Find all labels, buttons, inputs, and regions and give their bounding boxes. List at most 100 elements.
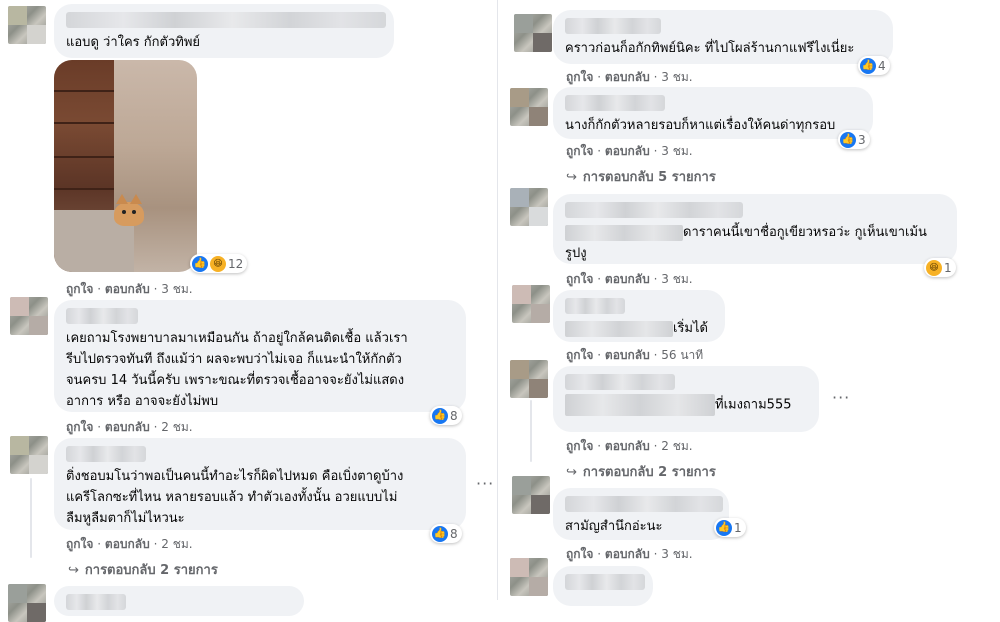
avatar[interactable] [510, 360, 548, 398]
like-link[interactable]: ถูกใจ [566, 70, 593, 84]
avatar[interactable] [510, 188, 548, 226]
comment-bubble-partial [54, 586, 304, 616]
reaction-summary[interactable]: 👍 😆 12 [190, 254, 248, 273]
reaction-count: 4 [878, 58, 886, 73]
reaction-count: 1 [734, 520, 742, 535]
avatar[interactable] [8, 6, 46, 44]
reply-link[interactable]: ตอบกลับ [105, 282, 150, 296]
comment-text: ติ่งชอบมโนว่าพอเป็นคนนี้ทำอะไรก็ผิดไปหมด… [66, 469, 404, 526]
reply-link[interactable]: ตอบกลับ [605, 272, 650, 286]
commenter-name-blurred[interactable] [66, 594, 126, 610]
like-link[interactable]: ถูกใจ [66, 420, 93, 434]
avatar[interactable] [10, 436, 48, 474]
avatar[interactable] [8, 584, 46, 622]
avatar[interactable] [514, 14, 552, 52]
commenter-name-blurred[interactable] [565, 374, 675, 390]
column-divider [497, 0, 498, 600]
reply-link[interactable]: ตอบกลับ [605, 547, 650, 561]
comment-actions: ถูกใจ · ตอบกลับ · 56 นาที [566, 348, 704, 362]
like-link[interactable]: ถูกใจ [66, 537, 93, 551]
avatar[interactable] [512, 476, 550, 514]
comment-text: นางก็กักตัวหลายรอบก็หาแต่เรื่องให้คนด่าท… [565, 118, 836, 133]
comment-text: สามัญสำนึกอ่ะนะ [565, 519, 663, 534]
commenter-name-blurred[interactable] [565, 18, 661, 34]
view-replies-link[interactable]: ↪ การตอบกลับ 2 รายการ [68, 559, 218, 580]
reaction-summary[interactable]: 👍 4 [858, 56, 890, 75]
comment-bubble: แอบดู ว่าใคร กักตัวทิพย์ [54, 4, 394, 58]
avatar[interactable] [10, 297, 48, 335]
reaction-summary[interactable]: 👍 3 [838, 130, 870, 149]
view-replies-link[interactable]: ↪ การตอบกลับ 5 รายการ [566, 166, 716, 187]
commenter-name-blurred[interactable] [565, 574, 645, 590]
commenter-name-blurred[interactable] [565, 496, 723, 512]
haha-reaction-icon: 😆 [926, 259, 942, 276]
reply-link[interactable]: ตอบกลับ [605, 144, 650, 158]
reply-link[interactable]: ตอบกลับ [605, 348, 650, 362]
text-blurred [565, 394, 715, 416]
comment-bubble: ดาราคนนี้เขาชื่อกูเขียวหรอว่ะ กูเห็นเขาเ… [553, 194, 957, 264]
commenter-name-blurred[interactable] [66, 446, 146, 462]
comment-time[interactable]: 3 ชม. [661, 144, 692, 158]
comment-photo-cat[interactable] [54, 60, 197, 272]
comment-actions: ถูกใจ · ตอบกลับ · 3 ชม. [566, 272, 693, 286]
reaction-summary[interactable]: 👍 8 [430, 406, 462, 425]
comment-time[interactable]: 56 นาที [661, 348, 703, 362]
avatar[interactable] [512, 285, 550, 323]
avatar[interactable] [510, 88, 548, 126]
like-link[interactable]: ถูกใจ [566, 348, 593, 362]
like-reaction-icon: 👍 [716, 519, 732, 536]
photo-cat [114, 194, 144, 226]
comment-text: ดาราคนนี้เขาชื่อกูเขียวหรอว่ะ กูเห็นเขาเ… [565, 222, 945, 243]
comment-bubble: คราวก่อนก็อกักทิพย์นิคะ ที่ไปโผล่ร้านกาแ… [553, 10, 893, 64]
comment-time[interactable]: 3 ชม. [661, 272, 692, 286]
like-link[interactable]: ถูกใจ [566, 144, 593, 158]
comment-bubble: ติ่งชอบมโนว่าพอเป็นคนนี้ทำอะไรก็ผิดไปหมด… [54, 438, 466, 530]
view-replies-link[interactable]: ↪ การตอบกลับ 2 รายการ [566, 461, 716, 482]
comment-text: แอบดู ว่าใคร กักตัวทิพย์ [66, 35, 201, 50]
comment-time[interactable]: 3 ชม. [161, 282, 192, 296]
comment-bubble: นางก็กักตัวหลายรอบก็หาแต่เรื่องให้คนด่าท… [553, 87, 873, 139]
like-link[interactable]: ถูกใจ [566, 439, 593, 453]
comment-bubble: เคยถามโรงพยาบาลมาเหมือนกัน ถ้าอยู่ใกล้คน… [54, 300, 466, 412]
thread-line [530, 400, 532, 462]
like-link[interactable]: ถูกใจ [66, 282, 93, 296]
reaction-count: 8 [450, 408, 458, 423]
commenter-name-blurred[interactable] [565, 95, 665, 111]
commenter-name-blurred[interactable] [66, 12, 386, 28]
like-link[interactable]: ถูกใจ [566, 272, 593, 286]
like-link[interactable]: ถูกใจ [566, 547, 593, 561]
reply-link[interactable]: ตอบกลับ [605, 439, 650, 453]
reaction-count: 8 [450, 526, 458, 541]
comment-actions: ถูกใจ · ตอบกลับ · 3 ชม. [566, 547, 693, 561]
comment-bubble: ที่เมงถาม555 [553, 366, 819, 432]
like-reaction-icon: 👍 [860, 57, 876, 74]
comment-time[interactable]: 3 ชม. [661, 547, 692, 561]
reply-link[interactable]: ตอบกลับ [105, 420, 150, 434]
reaction-summary[interactable]: 👍 1 [714, 518, 746, 537]
like-reaction-icon: 👍 [192, 255, 208, 272]
text-blurred [565, 320, 673, 337]
commenter-name-blurred[interactable] [565, 298, 625, 314]
like-reaction-icon: 👍 [432, 525, 448, 542]
like-reaction-icon: 👍 [432, 407, 448, 424]
comment-text: เริ่มได้ [565, 318, 713, 339]
avatar[interactable] [510, 558, 548, 596]
more-options-icon[interactable]: ··· [832, 388, 850, 407]
reply-link[interactable]: ตอบกลับ [605, 70, 650, 84]
comment-time[interactable]: 2 ชม. [161, 420, 192, 434]
comment-time[interactable]: 3 ชม. [661, 70, 692, 84]
reaction-summary[interactable]: 👍 8 [430, 524, 462, 543]
commenter-name-blurred[interactable] [565, 202, 743, 218]
comment-text: คราวก่อนก็อกักทิพย์นิคะ ที่ไปโผล่ร้านกาแ… [565, 41, 855, 56]
more-options-icon[interactable]: ··· [476, 474, 494, 493]
comment-time[interactable]: 2 ชม. [661, 439, 692, 453]
reply-link[interactable]: ตอบกลับ [105, 537, 150, 551]
comment-text: ที่เมงถาม555 [565, 394, 807, 416]
reaction-summary[interactable]: 😆 1 [924, 258, 956, 277]
reaction-count: 12 [228, 256, 244, 271]
comment-actions: ถูกใจ · ตอบกลับ · 3 ชม. [566, 70, 693, 84]
comment-time[interactable]: 2 ชม. [161, 537, 192, 551]
reply-arrow-icon: ↪ [68, 563, 79, 578]
like-reaction-icon: 👍 [840, 131, 856, 148]
commenter-name-blurred[interactable] [66, 308, 138, 324]
